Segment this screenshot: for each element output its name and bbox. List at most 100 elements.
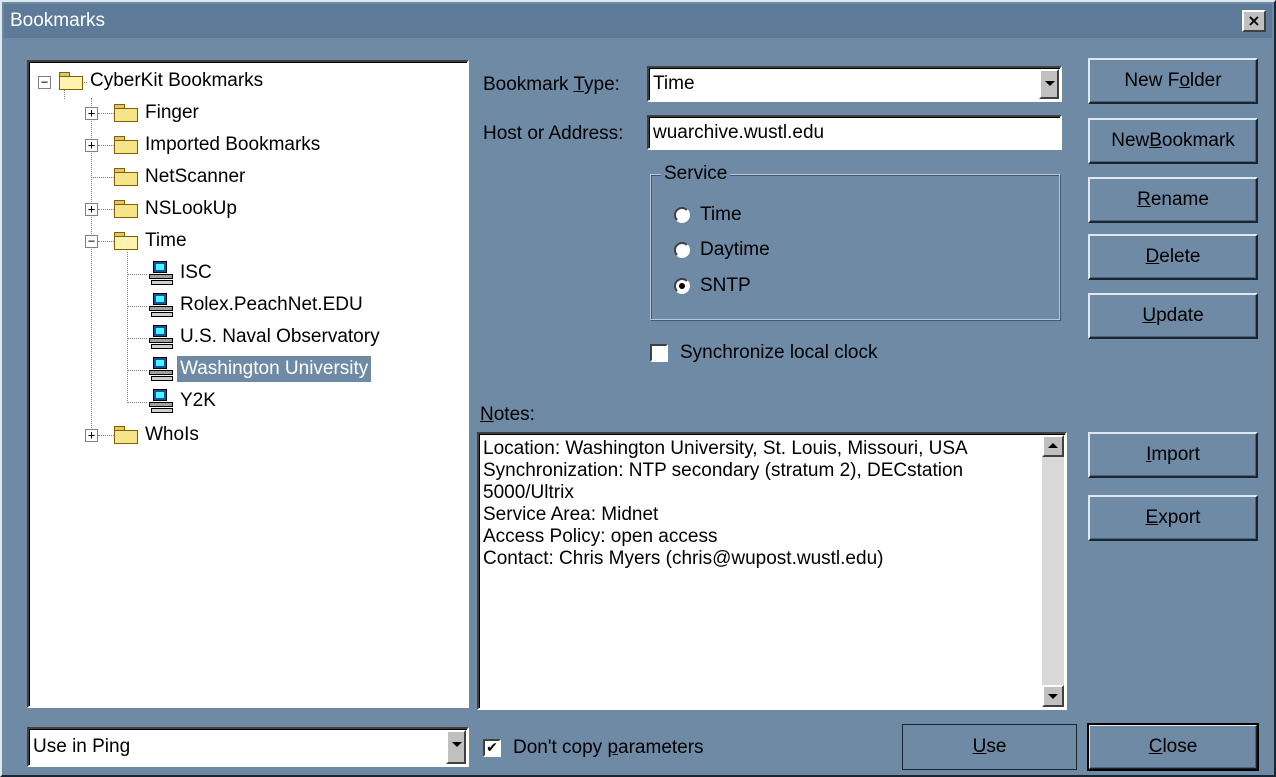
tree-connector xyxy=(91,177,114,178)
button-text: se xyxy=(986,736,1007,757)
notes-line: Service Area: Midnet xyxy=(483,504,659,525)
button-mnemonic: E xyxy=(1145,507,1159,528)
chevron-down-icon[interactable] xyxy=(446,730,466,764)
close-button[interactable]: Close xyxy=(1087,723,1259,771)
tree-connector xyxy=(127,274,147,275)
service-option-sntp[interactable]: SNTP xyxy=(674,275,751,297)
tree-connector xyxy=(98,145,114,146)
new-bookmark-button[interactable]: New Bookmark xyxy=(1088,118,1258,164)
label-text: otes: xyxy=(493,404,535,425)
bookmark-tree[interactable]: − CyberKit Bookmarks + Finger + Imported… xyxy=(27,60,469,708)
button-text: ookmark xyxy=(1161,130,1235,151)
collapse-toggle[interactable]: − xyxy=(85,235,98,248)
folder-icon xyxy=(114,200,138,218)
button-text: New xyxy=(1111,130,1150,151)
rename-button[interactable]: Rename xyxy=(1088,177,1258,223)
new-folder-button[interactable]: New Fo lder xyxy=(1088,58,1258,104)
tree-item-us-naval-observatory[interactable]: U.S. Naval Observatory xyxy=(177,324,383,350)
tree-root-label[interactable]: CyberKit Bookmarks xyxy=(87,68,266,94)
notes-scrollbar[interactable] xyxy=(1042,435,1064,707)
tree-item-netscanner[interactable]: NetScanner xyxy=(142,164,248,190)
radio-icon xyxy=(674,242,690,258)
notes-line: Access Policy: open access xyxy=(483,526,718,547)
update-button[interactable]: Update xyxy=(1088,293,1258,339)
service-option-time[interactable]: Time xyxy=(674,204,742,226)
tree-connector xyxy=(127,370,147,371)
collapse-toggle[interactable]: − xyxy=(38,76,51,89)
label-text: ype: xyxy=(584,74,620,95)
host-value: wuarchive.wustl.edu xyxy=(653,121,825,143)
dont-copy-parameters-checkbox[interactable]: ✔ Don't copy parameters xyxy=(483,737,704,759)
bookmark-type-value: Time xyxy=(653,73,695,94)
button-text: xport xyxy=(1158,507,1201,528)
button-mnemonic: C xyxy=(1148,736,1163,757)
notes-textarea[interactable]: Location: Washington University, St. Lou… xyxy=(477,432,1067,710)
delete-button[interactable]: Delete xyxy=(1088,234,1258,280)
tree-item-time[interactable]: Time xyxy=(142,228,190,254)
open-folder-icon xyxy=(59,72,83,90)
button-text: pdate xyxy=(1156,305,1204,326)
host-label: Host or Address: xyxy=(483,123,624,144)
import-button[interactable]: Import xyxy=(1088,432,1258,478)
radio-label: Daytime xyxy=(700,239,770,260)
host-input[interactable]: wuarchive.wustl.edu xyxy=(647,115,1062,150)
label-mnemonic: N xyxy=(480,404,494,425)
notes-line: Synchronization: NTP secondary (stratum … xyxy=(483,460,964,481)
close-icon: × xyxy=(1247,11,1261,30)
expand-toggle[interactable]: + xyxy=(85,139,98,152)
use-in-value: Use in Ping xyxy=(33,736,131,757)
button-text: New F xyxy=(1124,70,1180,91)
button-text: mport xyxy=(1151,444,1200,465)
open-folder-icon xyxy=(114,232,138,250)
tree-connector xyxy=(127,402,147,403)
button-mnemonic: U xyxy=(972,736,987,757)
button-mnemonic: U xyxy=(1142,305,1157,326)
expand-toggle[interactable]: + xyxy=(85,429,98,442)
radio-label: SNTP xyxy=(700,275,751,296)
expand-toggle[interactable]: + xyxy=(85,203,98,216)
folder-icon xyxy=(114,136,138,154)
tree-item-finger[interactable]: Finger xyxy=(142,100,202,126)
label-mnemonic: T xyxy=(573,74,585,95)
tree-item-y2k[interactable]: Y2K xyxy=(177,388,219,414)
scroll-up-icon[interactable] xyxy=(1042,435,1064,457)
label-mnemonic: p xyxy=(607,737,619,758)
computer-icon xyxy=(149,389,175,415)
computer-icon xyxy=(149,261,175,287)
checkbox-label: Don't copy parameters xyxy=(513,737,704,759)
button-text: ename xyxy=(1150,189,1209,210)
tree-item-imported-bookmarks[interactable]: Imported Bookmarks xyxy=(142,132,323,158)
tree-connector xyxy=(98,241,114,242)
service-group-title: Service xyxy=(661,163,731,185)
chevron-down-icon[interactable] xyxy=(1039,69,1059,99)
service-option-daytime[interactable]: Daytime xyxy=(674,239,770,261)
tree-item-rolex-peachnet[interactable]: Rolex.PeachNet.EDU xyxy=(177,292,366,318)
button-mnemonic: B xyxy=(1149,130,1162,151)
computer-icon xyxy=(149,357,175,383)
button-text: lose xyxy=(1162,736,1198,757)
use-in-select[interactable]: Use in Ping xyxy=(27,727,469,767)
synchronize-clock-checkbox[interactable]: Synchronize local clock xyxy=(650,342,877,364)
button-mnemonic: o xyxy=(1179,70,1190,91)
expand-toggle[interactable]: + xyxy=(85,107,98,120)
use-button[interactable]: Use xyxy=(902,724,1077,770)
tree-item-isc[interactable]: ISC xyxy=(177,260,215,286)
tree-item-whois[interactable]: WhoIs xyxy=(142,422,202,448)
tree-item-washington-university[interactable]: Washington University xyxy=(177,356,372,382)
tree-connector xyxy=(127,338,147,339)
button-text: elete xyxy=(1159,246,1201,267)
notes-line: Location: Washington University, St. Lou… xyxy=(483,438,968,459)
close-window-button[interactable]: × xyxy=(1242,10,1266,32)
label-text: arameters xyxy=(618,737,704,758)
bookmark-type-select[interactable]: Time xyxy=(647,66,1062,102)
checkbox-icon xyxy=(650,344,668,362)
export-button[interactable]: Export xyxy=(1088,495,1258,541)
checkbox-label: Synchronize local clock xyxy=(680,342,878,363)
label-text: Bookmark xyxy=(483,74,574,95)
radio-selected-icon xyxy=(674,278,690,294)
label-text: Don't copy xyxy=(513,737,608,758)
scroll-down-icon[interactable] xyxy=(1042,685,1064,707)
tree-item-nslookup[interactable]: NSLookUp xyxy=(142,196,240,222)
button-mnemonic: R xyxy=(1137,189,1151,210)
computer-icon xyxy=(149,325,175,351)
